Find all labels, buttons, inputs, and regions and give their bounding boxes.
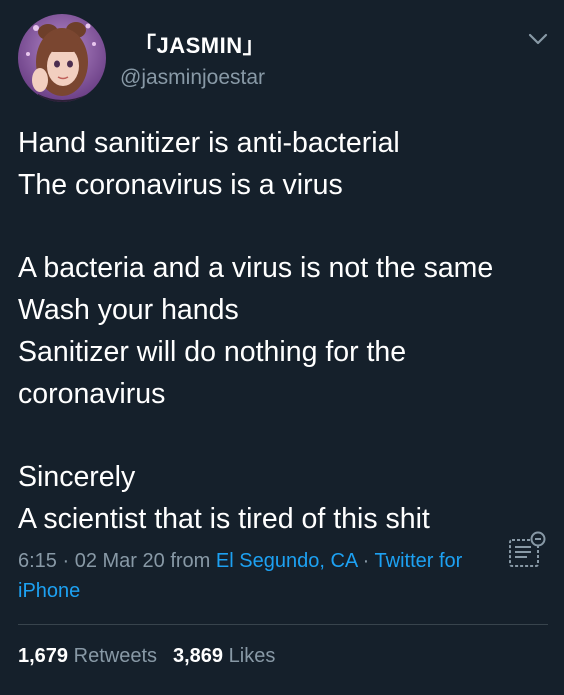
tweet-line: A scientist that is tired of this shit: [18, 503, 430, 535]
likes-count[interactable]: 3,869: [173, 645, 223, 667]
tweet-line: The coronavirus is a virus: [18, 169, 343, 201]
translate-icon[interactable]: [507, 531, 547, 571]
author-handle[interactable]: @jasminjoestar: [120, 66, 265, 90]
likes-label[interactable]: Likes: [229, 645, 276, 667]
tweet-text: Hand sanitizer is anti-bacterial The cor…: [18, 122, 558, 540]
tweet-line: coronavirus: [18, 378, 166, 410]
avatar[interactable]: [18, 14, 106, 102]
retweets-label[interactable]: Retweets: [74, 645, 157, 667]
chevron-down-icon[interactable]: [526, 30, 550, 48]
tweet-time: 6:15: [18, 550, 57, 572]
tweet-location-link[interactable]: El Segundo, CA: [216, 550, 357, 572]
retweets-count[interactable]: 1,679: [18, 645, 68, 667]
tweet-stats: 1,679 Retweets 3,869 Likes: [18, 645, 275, 668]
tweet-date: 02 Mar 20: [74, 550, 165, 572]
tweet-line: Sincerely: [18, 461, 136, 493]
meta-separator: ·: [357, 550, 375, 572]
meta-separator: ·: [56, 550, 75, 572]
tweet-line: Wash your hands: [18, 294, 239, 326]
divider: [18, 624, 548, 625]
tweet-line: A bacteria and a virus is not the same: [18, 252, 494, 284]
author-display-name[interactable]: 「JASMIN」: [134, 28, 265, 60]
tweet-card: 「JASMIN」 @jasminjoestar Hand sanitizer i…: [0, 0, 564, 695]
meta-from: from: [164, 550, 216, 572]
avatar-image: [18, 14, 106, 102]
tweet-line: Sanitizer will do nothing for the: [18, 336, 407, 368]
tweet-metadata: 6:15 · 02 Mar 20 from El Segundo, CA · T…: [18, 546, 498, 606]
tweet-line: Hand sanitizer is anti-bacterial: [18, 127, 400, 159]
